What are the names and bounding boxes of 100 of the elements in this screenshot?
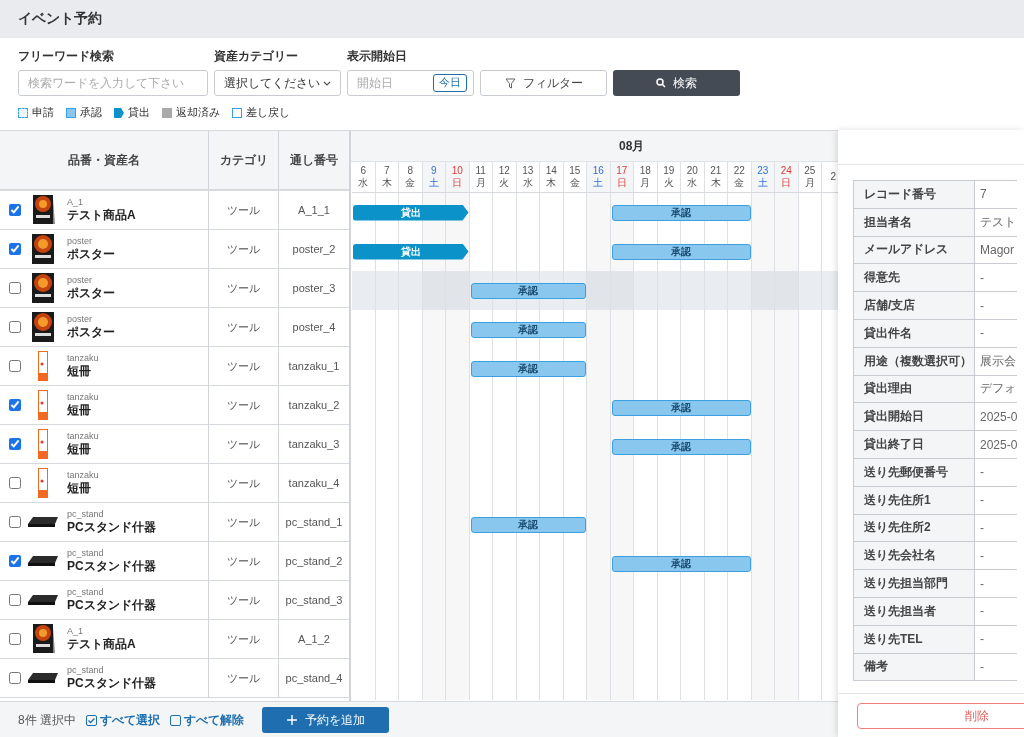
serial-cell: poster_2 bbox=[292, 243, 336, 255]
row-checkbox[interactable] bbox=[9, 477, 21, 489]
row-checkbox[interactable] bbox=[9, 399, 21, 411]
day-number: 15 bbox=[569, 165, 581, 177]
weekend-cell bbox=[422, 661, 446, 700]
select-all-link[interactable]: すべて選択 bbox=[86, 711, 160, 729]
row-checkbox[interactable] bbox=[9, 516, 21, 528]
add-booking-button[interactable]: 予約を追加 bbox=[262, 707, 389, 733]
filter-label: 表示開始日 bbox=[347, 48, 408, 64]
chevron-icon bbox=[323, 80, 331, 86]
poster-stand-thumbnail bbox=[31, 195, 55, 225]
field-label: 備考 bbox=[853, 653, 975, 681]
search-button[interactable]: 検索 bbox=[613, 70, 740, 96]
weekday-label: 月 bbox=[475, 177, 486, 189]
item-name: PCスタンド什器 bbox=[67, 558, 156, 575]
row-checkbox[interactable] bbox=[9, 204, 21, 216]
search-field[interactable]: 検索ワードを入力して下さい bbox=[18, 70, 208, 96]
legend-swatch bbox=[114, 108, 124, 118]
item-name: PCスタンド什器 bbox=[67, 519, 156, 536]
item-name: テスト商品A bbox=[67, 207, 136, 224]
pc-stand-thumbnail bbox=[27, 555, 59, 567]
item-name: テスト商品A bbox=[67, 636, 136, 653]
item-code: poster bbox=[67, 274, 93, 285]
item-code: A_1 bbox=[67, 196, 84, 207]
row-checkbox[interactable] bbox=[9, 321, 21, 333]
field-value: 7 bbox=[974, 180, 1018, 209]
serial-cell: poster_4 bbox=[292, 321, 336, 333]
poster-thumbnail bbox=[32, 273, 54, 303]
legend-label: 貸出 bbox=[128, 106, 150, 120]
legend-swatch bbox=[232, 108, 242, 118]
weekday-label: 金 bbox=[569, 177, 580, 189]
row-checkbox[interactable] bbox=[9, 633, 21, 645]
item-name: PCスタンド什器 bbox=[67, 597, 156, 614]
weekday-label: 月 bbox=[640, 177, 651, 189]
date-field[interactable]: 開始日 今日 bbox=[347, 70, 474, 96]
delete-button[interactable]: 削除 bbox=[857, 703, 1024, 729]
weekday-label: 火 bbox=[499, 177, 510, 189]
day-number: 12 bbox=[498, 165, 510, 177]
clear-all-link[interactable]: すべて解除 bbox=[170, 711, 244, 729]
selection-count: 8件 選択中 bbox=[18, 711, 76, 729]
day-number: 20 bbox=[686, 165, 698, 177]
item-code: pc_stand bbox=[67, 547, 105, 558]
weekday-label: 火 bbox=[663, 177, 674, 189]
filter-button[interactable]: フィルター bbox=[480, 70, 607, 96]
row-checkbox[interactable] bbox=[9, 672, 21, 684]
weekday-label: 金 bbox=[734, 177, 745, 189]
weekday-label: 土 bbox=[757, 177, 768, 189]
field-label: 送り先郵便番号 bbox=[853, 458, 975, 487]
item-code: tanzaku bbox=[67, 430, 99, 441]
lend-bar[interactable]: 貸出 bbox=[353, 243, 469, 260]
day-number: 6 bbox=[360, 165, 367, 177]
serial-cell: tanzaku_3 bbox=[288, 438, 340, 450]
banner-thumbnail bbox=[38, 429, 48, 459]
row-checkbox[interactable] bbox=[9, 555, 21, 567]
weekday-label: 水 bbox=[522, 177, 533, 189]
legend-swatch bbox=[18, 108, 28, 118]
today-button[interactable]: 今日 bbox=[433, 74, 467, 92]
weekday-label: 水 bbox=[358, 177, 369, 189]
field-label: 担当者名 bbox=[853, 208, 975, 237]
row-checkbox[interactable] bbox=[9, 243, 21, 255]
category-cell: ツール bbox=[227, 397, 260, 413]
filter-label: 資産カテゴリー bbox=[214, 48, 299, 64]
approved-bar[interactable]: 承認 bbox=[470, 360, 586, 377]
weekday-label: 木 bbox=[710, 177, 721, 189]
category-cell: ツール bbox=[227, 319, 260, 335]
row-checkbox[interactable] bbox=[9, 360, 21, 372]
poster-thumbnail bbox=[32, 312, 54, 342]
column-header: カテゴリ bbox=[209, 131, 279, 189]
legend-label: 申請 bbox=[32, 106, 54, 120]
approved-bar[interactable]: 承認 bbox=[611, 204, 751, 221]
field-label: 送り先住所1 bbox=[853, 486, 975, 515]
serial-cell: pc_stand_3 bbox=[285, 594, 343, 606]
row-checkbox[interactable] bbox=[9, 594, 21, 606]
approved-bar[interactable]: 承認 bbox=[611, 399, 751, 416]
row-checkbox[interactable] bbox=[9, 438, 21, 450]
serial-cell: poster_3 bbox=[292, 282, 336, 294]
item-name: 短冊 bbox=[67, 401, 92, 419]
day-number: 25 bbox=[804, 165, 816, 177]
lend-bar[interactable]: 貸出 bbox=[353, 204, 469, 221]
category-select[interactable]: 選択してください bbox=[214, 70, 341, 96]
approved-bar[interactable]: 承認 bbox=[611, 555, 751, 572]
weekend-cell bbox=[775, 661, 799, 700]
category-cell: ツール bbox=[227, 553, 260, 569]
day-number: 24 bbox=[780, 165, 792, 177]
approved-bar[interactable]: 承認 bbox=[470, 321, 586, 338]
approved-bar[interactable]: 承認 bbox=[470, 516, 586, 533]
day-number: 10 bbox=[451, 165, 463, 177]
legend-label: 承認 bbox=[80, 106, 102, 120]
approved-bar[interactable]: 承認 bbox=[470, 282, 586, 299]
serial-cell: pc_stand_4 bbox=[285, 672, 343, 684]
approved-bar[interactable]: 承認 bbox=[611, 243, 751, 260]
approved-bar[interactable]: 承認 bbox=[611, 438, 751, 455]
field-label: 貸出理由 bbox=[853, 375, 975, 403]
item-code: pc_stand bbox=[67, 664, 105, 675]
category-cell: ツール bbox=[227, 280, 260, 296]
field-label: 店舗/支店 bbox=[853, 291, 975, 320]
row-checkbox[interactable] bbox=[9, 282, 21, 294]
item-code: poster bbox=[67, 313, 93, 324]
weekday-label: 日 bbox=[452, 177, 463, 189]
weekday-label: 月 bbox=[804, 177, 815, 189]
